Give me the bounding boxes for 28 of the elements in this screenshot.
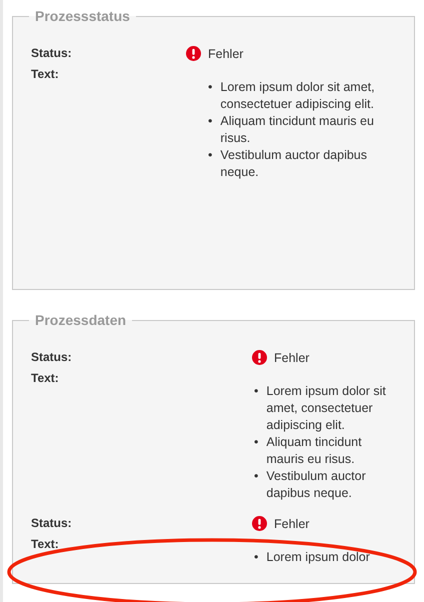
error-icon <box>186 46 201 61</box>
field-label: Text: <box>31 371 59 385</box>
status-value: Fehler <box>274 516 310 530</box>
field-label: Text: <box>31 67 59 81</box>
bullet: • <box>254 549 258 566</box>
list-item: Vestibulum auctor dapibus neque. <box>220 147 368 181</box>
status-value: Fehler <box>274 350 310 364</box>
bullet: • <box>208 147 212 164</box>
section-title: Prozessdaten <box>34 312 128 328</box>
status-value: Fehler <box>208 46 244 60</box>
list-item: Aliquam tincidunt mauris eu risus. <box>266 434 363 468</box>
bullet: • <box>254 468 258 485</box>
bullet: • <box>254 434 258 451</box>
section-title: Prozessstatus <box>34 8 131 24</box>
field-label: Status: <box>31 350 72 364</box>
field-label: Text: <box>31 537 59 551</box>
list-item: Lorem ipsum dolor <box>266 549 370 566</box>
bullet: • <box>254 383 258 400</box>
field-label: Status: <box>31 46 72 60</box>
list-item: Lorem ipsum dolor sit amet, consectetuer adipiscing elit. <box>266 383 386 434</box>
field-label: Status: <box>31 516 72 530</box>
error-icon <box>252 516 267 531</box>
list-item: Aliquam tincidunt mauris eu risus. <box>220 113 375 147</box>
bullet: • <box>208 113 212 130</box>
bullet: • <box>208 79 212 96</box>
error-icon <box>252 350 267 365</box>
list-item: Vestibulum auctor dapibus neque. <box>266 468 367 502</box>
list-item: Lorem ipsum dolor sit amet, consectetuer adipiscing elit. <box>220 79 376 113</box>
